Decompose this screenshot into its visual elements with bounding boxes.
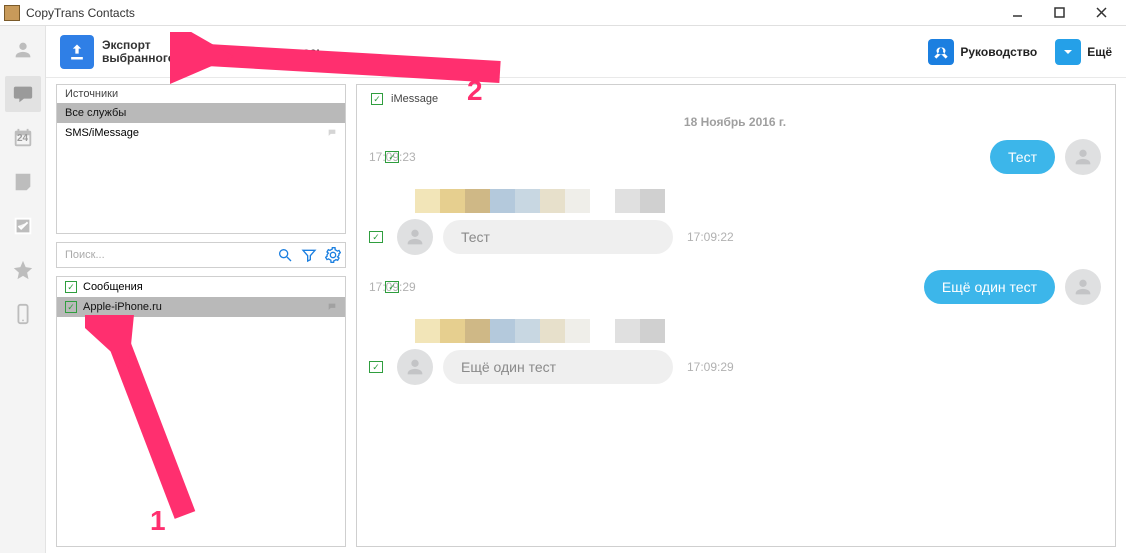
obscured-text: лось bbox=[295, 45, 324, 59]
app-icon bbox=[4, 5, 20, 21]
filter-icon bbox=[301, 247, 317, 263]
settings-button[interactable] bbox=[321, 243, 345, 267]
title-bar: CopyTrans Contacts bbox=[0, 0, 1126, 26]
more-button[interactable]: Ещё bbox=[1055, 39, 1112, 65]
msg-time: 17:09:29 bbox=[687, 360, 734, 374]
thread-checkbox[interactable] bbox=[65, 301, 77, 313]
guide-label: Руководство bbox=[960, 45, 1037, 59]
search-row bbox=[56, 242, 346, 268]
chat-icon bbox=[325, 302, 339, 312]
date-separator: 18 Ноябрь 2016 г. bbox=[369, 115, 1101, 129]
sources-header: Источники bbox=[57, 85, 345, 103]
export-selected-button[interactable]: Экспорт выбранного bbox=[60, 35, 175, 69]
message-row: 17:09:23 Тест bbox=[369, 139, 1101, 175]
attachment-preview[interactable] bbox=[415, 189, 665, 213]
nav-device[interactable] bbox=[5, 296, 41, 332]
nav-contacts[interactable] bbox=[5, 32, 41, 68]
export-label-1: Экспорт bbox=[102, 39, 175, 52]
calendar-day: 24 bbox=[17, 133, 28, 144]
msg-checkbox[interactable] bbox=[369, 361, 383, 373]
chevron-down-icon bbox=[1055, 39, 1081, 65]
nav-tasks[interactable] bbox=[5, 208, 41, 244]
thread-label: Apple-iPhone.ru bbox=[83, 301, 162, 313]
avatar bbox=[1065, 139, 1101, 175]
avatar bbox=[397, 219, 433, 255]
filter-button[interactable] bbox=[297, 243, 321, 267]
source-all-label: Все службы bbox=[65, 107, 126, 119]
search-input[interactable] bbox=[57, 249, 273, 261]
message-group: Ещё один тест 17:09:29 bbox=[369, 319, 1101, 399]
msg-checkbox[interactable] bbox=[369, 231, 383, 243]
thread-item[interactable]: Apple-iPhone.ru bbox=[57, 297, 345, 317]
nav-notes[interactable] bbox=[5, 164, 41, 200]
close-button[interactable] bbox=[1080, 2, 1122, 24]
avatar bbox=[1065, 269, 1101, 305]
window-title: CopyTrans Contacts bbox=[26, 6, 996, 20]
minimize-button[interactable] bbox=[996, 2, 1038, 24]
service-label: iMessage bbox=[391, 93, 438, 105]
source-sms[interactable]: SMS/iMessage bbox=[57, 123, 345, 143]
msg-time: 17:09:22 bbox=[687, 230, 734, 244]
conversation-panel: iMessage 18 Ноябрь 2016 г. 17:09:23 Тест bbox=[356, 84, 1116, 547]
header-row: Экспорт выбранного лось Руководство Ещё bbox=[46, 26, 1126, 78]
search-button[interactable] bbox=[273, 243, 297, 267]
msg-bubble-out: Ещё один тест bbox=[924, 270, 1055, 304]
export-label-2: выбранного bbox=[102, 52, 175, 65]
gear-icon bbox=[325, 247, 341, 263]
source-all[interactable]: Все службы bbox=[57, 103, 345, 123]
threads-header: Сообщения bbox=[83, 281, 143, 293]
chat-icon bbox=[325, 128, 339, 138]
nav-messages[interactable] bbox=[5, 76, 41, 112]
more-label: Ещё bbox=[1087, 45, 1112, 59]
search-icon bbox=[277, 247, 293, 263]
service-checkbox[interactable] bbox=[371, 93, 383, 105]
avatar bbox=[397, 349, 433, 385]
export-icon bbox=[60, 35, 94, 69]
msg-bubble-out: Тест bbox=[990, 140, 1055, 174]
msg-checkbox[interactable] bbox=[385, 281, 399, 293]
nav-favorites[interactable] bbox=[5, 252, 41, 288]
message-row: 17:09:29 Ещё один тест bbox=[369, 269, 1101, 305]
threads-panel: Сообщения Apple-iPhone.ru bbox=[56, 276, 346, 547]
msg-checkbox[interactable] bbox=[385, 151, 399, 163]
threads-checkbox[interactable] bbox=[65, 281, 77, 293]
sources-panel: Источники Все службы SMS/iMessage bbox=[56, 84, 346, 234]
attachment-preview[interactable] bbox=[415, 319, 665, 343]
msg-bubble-in: Ещё один тест bbox=[443, 350, 673, 384]
nav-rail: 24 bbox=[0, 26, 46, 553]
nav-calendar[interactable]: 24 bbox=[5, 120, 41, 156]
maximize-button[interactable] bbox=[1038, 2, 1080, 24]
msg-bubble-in: Тест bbox=[443, 220, 673, 254]
message-group: Тест 17:09:22 bbox=[369, 189, 1101, 269]
guide-button[interactable]: Руководство bbox=[928, 39, 1037, 65]
tools-icon bbox=[928, 39, 954, 65]
source-sms-label: SMS/iMessage bbox=[65, 127, 139, 139]
threads-header-row[interactable]: Сообщения bbox=[57, 277, 345, 297]
